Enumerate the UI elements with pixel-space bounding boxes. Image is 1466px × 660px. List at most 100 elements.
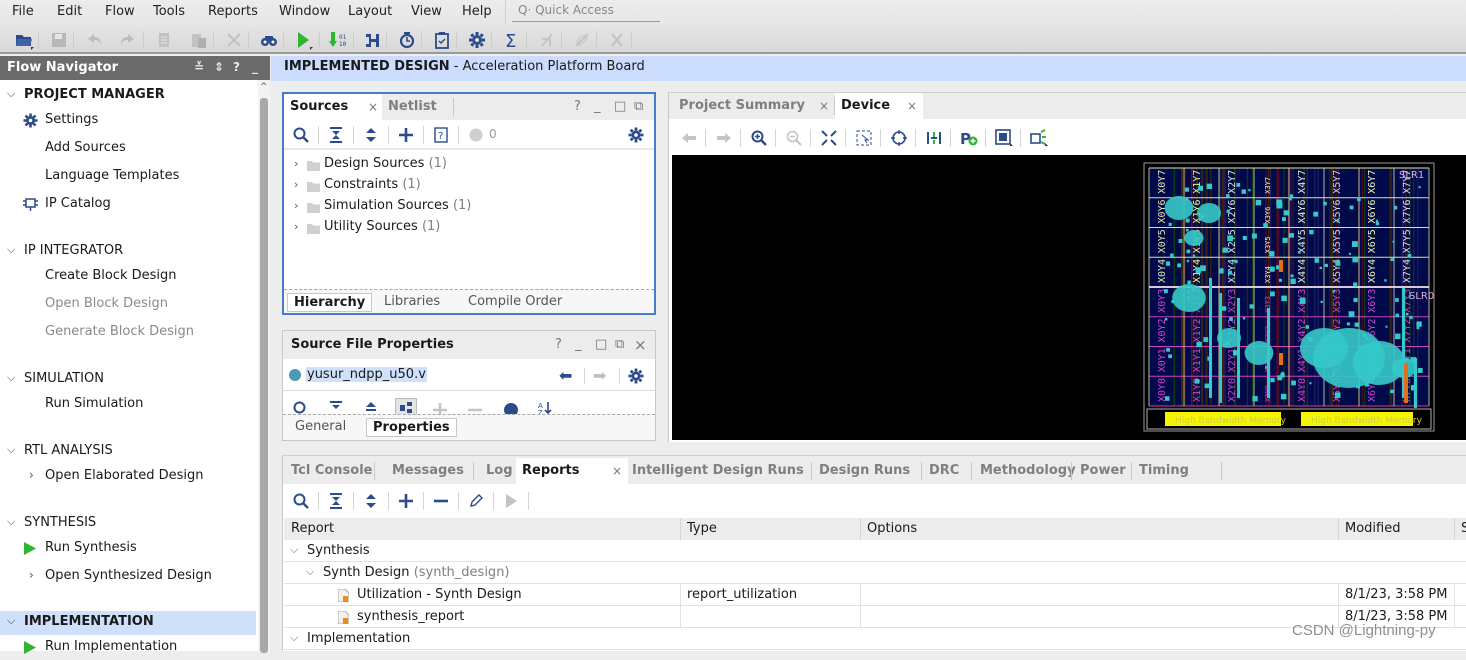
search-icon[interactable]	[292, 492, 310, 510]
tree-item-constraints[interactable]: › Constraints (1)	[284, 176, 654, 197]
search-icon[interactable]	[292, 126, 310, 144]
minimize-icon[interactable]: _	[594, 99, 601, 114]
timing-icon[interactable]	[397, 30, 417, 50]
help-icon[interactable]: ?	[574, 99, 581, 114]
collapse-all-icon[interactable]: ≚	[194, 60, 204, 74]
tab-libraries[interactable]: Libraries	[378, 293, 446, 312]
nav-settings[interactable]: Settings	[0, 109, 256, 133]
nav-run-implementation[interactable]: Run Implementation	[0, 636, 256, 660]
section-implementation[interactable]: ⌵ IMPLEMENTATION	[0, 611, 256, 635]
device-view-canvas[interactable]: X0Y0 X0Y1 X0Y2 X0Y3 X0Y4 X0Y5 X0Y6 X0Y7 X1Y0 X1Y1…	[672, 155, 1466, 440]
tab-tcl-console[interactable]: Tcl Console	[285, 458, 379, 484]
menu-file[interactable]: File	[12, 4, 34, 19]
create-pblock-icon[interactable]: P	[960, 129, 978, 147]
tab-general[interactable]: General	[289, 418, 352, 437]
tab-log[interactable]: Log	[480, 458, 519, 484]
menu-tools[interactable]: Tools	[153, 4, 185, 19]
scroll-up-icon[interactable]: ^	[260, 82, 268, 92]
float-icon[interactable]: ⧉	[615, 337, 624, 352]
fit-to-window-icon[interactable]	[820, 129, 838, 147]
add-report-icon[interactable]	[397, 492, 415, 510]
table-row[interactable]: ⌵ Synth Design (synth_design)	[284, 562, 1466, 584]
settings-icon[interactable]	[467, 30, 487, 50]
maximize-icon[interactable]: □	[614, 99, 626, 114]
tab-messages[interactable]: Messages	[386, 458, 470, 484]
layers-icon[interactable]	[995, 129, 1013, 147]
gear-icon[interactable]	[627, 367, 645, 385]
section-ip-integrator[interactable]: ⌵ IP INTEGRATOR	[0, 240, 256, 264]
tab-sources[interactable]: Sources ×	[284, 94, 382, 120]
properties-file-name[interactable]: yusur_ndpp_u50.v	[306, 367, 427, 382]
expand-all-icon[interactable]	[362, 126, 380, 144]
run-icon[interactable]	[294, 30, 314, 50]
expand-all-icon[interactable]	[362, 492, 380, 510]
table-row[interactable]: ⌵ Implementation	[284, 628, 1466, 650]
chevron-right-icon[interactable]: ›	[29, 568, 34, 582]
tab-intelligent-design-runs[interactable]: Intelligent Design Runs	[626, 458, 810, 484]
tab-netlist[interactable]: Netlist	[382, 94, 443, 120]
column-type[interactable]: Type	[687, 521, 717, 536]
close-icon[interactable]: ×	[612, 464, 622, 478]
table-row[interactable]: ⌵ Synthesis	[284, 540, 1466, 562]
chevron-right-icon[interactable]: ›	[294, 199, 298, 212]
group-toggle-icon[interactable]	[395, 398, 417, 414]
minimize-icon[interactable]: _	[575, 337, 582, 352]
info-icon[interactable]	[502, 400, 520, 414]
column-modified[interactable]: Modified	[1345, 521, 1400, 536]
expand-all-icon[interactable]: ⇕	[214, 60, 224, 74]
float-icon[interactable]: ⧉	[634, 99, 643, 114]
search-icon[interactable]	[292, 400, 310, 414]
section-simulation[interactable]: ⌵ SIMULATION	[0, 368, 256, 392]
tab-methodology[interactable]: Methodology	[974, 458, 1082, 484]
tab-device[interactable]: Device ×	[835, 93, 923, 119]
column-report[interactable]: Report	[291, 521, 334, 536]
program-device-icon[interactable]: 01 10	[328, 30, 348, 50]
minimize-icon[interactable]: _	[252, 60, 258, 74]
sigma-icon[interactable]: Σ	[502, 30, 522, 50]
find-icon[interactable]	[259, 30, 279, 50]
tab-power[interactable]: Power	[1074, 458, 1132, 484]
back-arrow-icon[interactable]: ⬅	[559, 366, 572, 385]
nav-run-synthesis[interactable]: Run Synthesis	[0, 537, 256, 561]
gear-icon[interactable]	[627, 126, 645, 144]
collapse-all-icon[interactable]	[327, 492, 345, 510]
tab-design-runs[interactable]: Design Runs	[813, 458, 916, 484]
table-row[interactable]: Utilization - Synth Design report_utiliz…	[284, 584, 1466, 606]
close-icon[interactable]: ×	[634, 336, 647, 354]
scrollbar-thumb[interactable]	[260, 98, 268, 653]
routing-icon[interactable]	[925, 129, 943, 147]
nav-create-block-design[interactable]: Create Block Design	[0, 265, 256, 289]
menu-view[interactable]: View	[411, 4, 442, 19]
flow-navigator-scrollbar[interactable]: ^	[258, 80, 270, 653]
sort-icon[interactable]: AZ	[536, 398, 554, 414]
nav-open-synthesized-design[interactable]: › Open Synthesized Design	[0, 565, 256, 589]
section-rtl-analysis[interactable]: ⌵ RTL ANALYSIS	[0, 440, 256, 464]
menu-layout[interactable]: Layout	[348, 4, 392, 19]
maximize-icon[interactable]: □	[595, 337, 607, 352]
close-icon[interactable]: ×	[819, 99, 829, 113]
zoom-area-icon[interactable]	[855, 129, 873, 147]
tab-drc[interactable]: DRC	[923, 458, 965, 484]
column-options[interactable]: Options	[867, 521, 917, 536]
edit-icon[interactable]	[467, 492, 485, 510]
chevron-down-icon[interactable]: ⌵	[290, 543, 298, 557]
chevron-down-icon[interactable]: ⌵	[290, 631, 298, 645]
menu-reports[interactable]: Reports	[208, 4, 258, 19]
close-icon[interactable]: ×	[907, 99, 917, 113]
menu-help[interactable]: Help	[462, 4, 492, 19]
help-icon[interactable]: ?	[233, 60, 240, 74]
tree-item-design-sources[interactable]: › Design Sources (1)	[284, 155, 654, 176]
tab-project-summary[interactable]: Project Summary ×	[673, 93, 833, 119]
tab-reports[interactable]: Reports ×	[516, 458, 628, 486]
zoom-in-icon[interactable]	[750, 129, 768, 147]
chevron-right-icon[interactable]: ›	[294, 157, 298, 170]
chevron-down-icon[interactable]: ⌵	[306, 565, 314, 579]
center-icon[interactable]	[890, 129, 908, 147]
tab-timing[interactable]: Timing	[1133, 458, 1195, 484]
nav-add-sources[interactable]: Add Sources	[0, 137, 256, 161]
add-icon[interactable]	[397, 126, 415, 144]
expand-all-icon[interactable]	[362, 400, 380, 414]
collapse-all-icon[interactable]	[327, 126, 345, 144]
nav-ip-catalog[interactable]: IP Catalog	[0, 193, 256, 217]
implementation-icon[interactable]	[362, 30, 382, 50]
